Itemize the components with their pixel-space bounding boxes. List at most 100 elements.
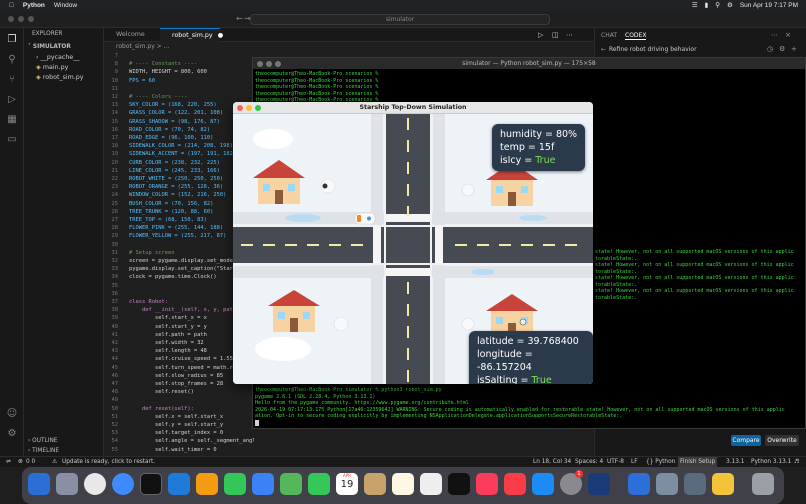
tab-codex[interactable]: CODEX bbox=[625, 32, 647, 40]
news-icon[interactable] bbox=[504, 473, 526, 495]
tree-item-main[interactable]: ◈ main.py bbox=[36, 64, 68, 71]
overwrite-button[interactable]: Overwrite bbox=[765, 435, 799, 446]
close-panel-icon[interactable]: × bbox=[785, 31, 791, 39]
terminal-minimize-button[interactable] bbox=[266, 61, 272, 67]
timeline-section[interactable]: › TIMELINE bbox=[28, 448, 59, 454]
sim-zoom-button[interactable] bbox=[255, 105, 261, 111]
run-icon[interactable]: ▷ bbox=[538, 31, 543, 39]
breadcrumb[interactable]: robot_sim.py > ... bbox=[104, 42, 594, 51]
python-icon[interactable] bbox=[712, 473, 734, 495]
messages-icon[interactable] bbox=[224, 473, 246, 495]
problems-icon[interactable]: ⊗ bbox=[18, 457, 23, 467]
freeform-icon[interactable] bbox=[420, 473, 442, 495]
notifications-bell-icon[interactable]: ♬ bbox=[794, 457, 799, 467]
status-python-version[interactable]: 3.13.1 bbox=[726, 457, 744, 467]
apple-icon[interactable]:  bbox=[9, 2, 14, 9]
update-notice-icon[interactable]: ⚠ bbox=[52, 457, 57, 467]
run-debug-icon[interactable]: ▷ bbox=[6, 94, 18, 106]
tree-item-robot-sim[interactable]: ◈ robot_sim.py bbox=[36, 74, 84, 81]
problems-count[interactable]: 0 0 bbox=[26, 457, 35, 467]
history-icon[interactable]: ◷ bbox=[767, 45, 773, 53]
menu-app-name[interactable]: Python bbox=[23, 2, 45, 9]
battery-icon[interactable]: ▮ bbox=[705, 1, 709, 9]
mail-icon[interactable] bbox=[252, 473, 274, 495]
calendar-icon[interactable]: APR 19 bbox=[336, 473, 358, 495]
terminal-warning-line: torableState:. bbox=[595, 281, 638, 288]
preview-icon[interactable] bbox=[656, 473, 678, 495]
unsaved-dot-icon[interactable]: ● bbox=[218, 32, 224, 39]
status-language[interactable]: {} Python bbox=[646, 457, 675, 467]
search-icon[interactable]: ⚲ bbox=[6, 54, 18, 66]
extensions-icon[interactable]: ▦ bbox=[6, 114, 18, 126]
status-finish-setup[interactable]: Finish Setup bbox=[678, 457, 718, 467]
more-icon[interactable]: ⋯ bbox=[771, 31, 778, 39]
new-chat-icon[interactable]: + bbox=[791, 45, 797, 53]
chat-thread-title[interactable]: Refine robot driving behavior bbox=[609, 46, 697, 53]
settings-icon[interactable]: ⚙ bbox=[779, 45, 785, 53]
window-close-button[interactable] bbox=[8, 16, 14, 22]
tab-chat[interactable]: CHAT bbox=[601, 32, 617, 39]
settings-gear-icon[interactable]: ⚙ bbox=[6, 428, 18, 440]
command-center-search[interactable]: simulator bbox=[250, 14, 550, 25]
window-minimize-button[interactable] bbox=[18, 16, 24, 22]
trash-icon[interactable] bbox=[752, 473, 774, 495]
status-eol[interactable]: LF bbox=[631, 457, 638, 467]
control-center-icon[interactable]: ⚙ bbox=[727, 1, 733, 9]
remote-indicator-icon[interactable]: ⇌ bbox=[6, 457, 11, 467]
tree-item-pycache[interactable]: › __pycache__ bbox=[36, 54, 80, 61]
terminal-warning-line: state! However, not on all supported mac… bbox=[595, 288, 794, 294]
vscode-icon[interactable] bbox=[168, 473, 190, 495]
menu-window[interactable]: Window bbox=[54, 2, 77, 9]
search-icon[interactable]: ⚲ bbox=[715, 1, 720, 9]
python-launcher-icon[interactable] bbox=[684, 473, 706, 495]
back-icon[interactable]: ← bbox=[601, 46, 606, 53]
terminal-close-button[interactable] bbox=[257, 61, 263, 67]
account-icon[interactable]: ☺ bbox=[6, 408, 18, 420]
sim-minimize-button[interactable] bbox=[246, 105, 252, 111]
menu-bar:  Python Window ☰ ▮ ⚲ ⚙ Sun Apr 19 7:17 … bbox=[0, 0, 806, 11]
finder-icon[interactable] bbox=[28, 473, 50, 495]
code-editor[interactable]: 7 8 # ---- Constants ---- 9 WIDTH, HEIGHT = … bbox=[104, 51, 254, 456]
app-store-icon[interactable] bbox=[532, 473, 554, 495]
vscode-title-bar: ← → simulator bbox=[0, 11, 806, 28]
line-number: 7 bbox=[114, 53, 118, 59]
safari-icon[interactable] bbox=[112, 473, 134, 495]
tab-robot-sim[interactable]: robot_sim.py ● bbox=[160, 28, 223, 42]
chrome-icon[interactable] bbox=[84, 473, 106, 495]
nav-back-icon[interactable]: ← bbox=[236, 14, 243, 23]
split-editor-icon[interactable]: ◫ bbox=[552, 31, 559, 39]
terminal-line: 2026-04-19 07:17:13.175 Python[17a46:123… bbox=[255, 406, 785, 413]
terminal-warning-line: state! However, not on all supported mac… bbox=[595, 262, 794, 268]
wifi-icon[interactable]: ☰ bbox=[692, 1, 698, 9]
simulation-window[interactable]: Starship Top-Down Simulation humidity = … bbox=[233, 102, 593, 384]
notes-icon[interactable] bbox=[392, 473, 414, 495]
compare-button[interactable]: Compare bbox=[731, 435, 761, 446]
terminal-icon[interactable] bbox=[140, 473, 162, 495]
xcode-icon[interactable] bbox=[588, 473, 610, 495]
bluetooth-icon[interactable] bbox=[628, 473, 650, 495]
source-control-icon[interactable]: ⑂ bbox=[6, 74, 18, 86]
status-indentation[interactable]: Spaces: 4 bbox=[575, 457, 603, 467]
contacts-icon[interactable] bbox=[364, 473, 386, 495]
tv-icon[interactable] bbox=[448, 473, 470, 495]
music-icon[interactable] bbox=[476, 473, 498, 495]
tab-welcome[interactable]: Welcome bbox=[104, 28, 160, 42]
maps-icon[interactable] bbox=[280, 473, 302, 495]
menu-clock[interactable]: Sun Apr 19 7:17 PM bbox=[740, 2, 798, 9]
terminal-zoom-button[interactable] bbox=[275, 61, 281, 67]
facetime-icon[interactable] bbox=[308, 473, 330, 495]
project-folder[interactable]: ˅ SIMULATOR bbox=[28, 44, 71, 50]
sublime-icon[interactable] bbox=[196, 473, 218, 495]
status-encoding[interactable]: UTF-8 bbox=[607, 457, 624, 467]
code-line: WINDOW_COLOR = (152, 216, 250) bbox=[129, 192, 227, 199]
explorer-icon[interactable]: ❐ bbox=[6, 34, 18, 46]
outline-section[interactable]: › OUTLINE bbox=[28, 438, 57, 444]
status-cursor-position[interactable]: Ln 18, Col 34 bbox=[533, 457, 571, 467]
remote-icon[interactable]: ▭ bbox=[6, 134, 18, 146]
sim-close-button[interactable] bbox=[237, 105, 243, 111]
launchpad-icon[interactable] bbox=[56, 473, 78, 495]
status-interpreter[interactable]: Python 3.13.1 bbox=[751, 457, 791, 467]
update-notice[interactable]: Update is ready, click to restart. bbox=[62, 457, 155, 467]
window-zoom-button[interactable] bbox=[28, 16, 34, 22]
more-actions-icon[interactable]: ⋯ bbox=[566, 31, 573, 39]
